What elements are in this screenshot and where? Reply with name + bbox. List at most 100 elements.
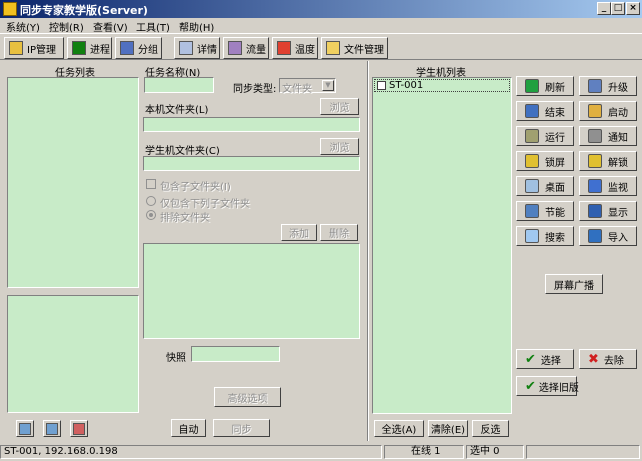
lock-screen-button[interactable]: 锁屏 [516, 151, 574, 171]
include-subfolders-label: 包含子文件夹(I) [160, 182, 231, 193]
sync-type-label: 同步类型: [233, 84, 277, 95]
window-title: 同步专家教学版(Server) [20, 4, 148, 17]
student-browse-button[interactable]: 浏览 [320, 138, 359, 155]
ip-icon [9, 41, 23, 55]
select-old-button[interactable]: ✔ 选择旧版 [516, 376, 579, 396]
detail-icon [179, 41, 193, 55]
task-detail-list[interactable] [7, 295, 139, 413]
delete-task-icon [73, 422, 85, 435]
folder-icon [326, 41, 340, 55]
status-bar: ST-001, 192.168.0.198 在线 1 选中 0 [0, 443, 642, 461]
menu-help[interactable]: 帮助(H) [179, 19, 214, 34]
display-button[interactable]: 显示 [579, 201, 637, 221]
temperature-button[interactable]: 温度 [272, 37, 318, 59]
chevron-down-icon[interactable]: ▼ [322, 80, 334, 91]
speaker-icon [588, 129, 602, 143]
exclude-radio[interactable] [146, 210, 156, 220]
detail-button[interactable]: 详情 [174, 37, 220, 59]
local-folder-label: 本机文件夹(L) [145, 105, 209, 116]
menu-view[interactable]: 查看(V) [93, 19, 128, 34]
snapshot-label: 快照 [166, 353, 186, 364]
advanced-options-button[interactable]: 高级选项 [214, 387, 281, 407]
remove-button[interactable]: ✖ 去除 [579, 349, 637, 369]
cross-icon: ✖ [588, 351, 599, 367]
notify-button[interactable]: 通知 [579, 126, 637, 146]
import-icon [588, 229, 602, 243]
group-icon [120, 41, 134, 55]
task-list[interactable] [7, 77, 139, 288]
panel-separator [367, 61, 369, 441]
monitor-icon [588, 179, 602, 193]
student-name: ST-001 [389, 80, 424, 91]
traffic-button[interactable]: 流量 [223, 37, 269, 59]
folder-list[interactable] [143, 243, 360, 339]
import-button[interactable]: 导入 [579, 226, 637, 246]
file-manage-button[interactable]: 文件管理 [321, 37, 388, 59]
status-extra [526, 445, 640, 459]
status-host: ST-001, 192.168.0.198 [0, 445, 382, 459]
include-subfolders-checkbox[interactable] [146, 179, 156, 189]
upgrade-button[interactable]: 升级 [579, 76, 637, 96]
clear-button[interactable]: 清除(E) [428, 420, 468, 437]
add-task-icon [19, 422, 31, 435]
end-icon [525, 104, 539, 118]
student-list-item[interactable]: ST-001 [374, 79, 510, 92]
maximize-button[interactable]: □ [611, 2, 625, 15]
student-folder-label: 学生机文件夹(C) [145, 146, 220, 157]
select-button[interactable]: ✔ 选择 [516, 349, 574, 369]
close-button[interactable]: × [626, 2, 640, 15]
app-icon [3, 2, 17, 16]
sync-type-select[interactable]: 文件夹 ▼ [279, 78, 336, 95]
menu-control[interactable]: 控制(R) [49, 19, 84, 34]
desktop-icon [525, 179, 539, 193]
start-button[interactable]: 启动 [579, 101, 637, 121]
group-button[interactable]: 分组 [115, 37, 162, 59]
edit-task-button[interactable] [43, 420, 61, 437]
snapshot-input[interactable] [191, 346, 280, 362]
checkmark-icon: ✔ [525, 378, 536, 394]
search-button[interactable]: 搜索 [516, 226, 574, 246]
menu-bar: 系统(Y) 控制(R) 查看(V) 工具(T) 帮助(H) [0, 18, 642, 34]
end-button[interactable]: 结束 [516, 101, 574, 121]
ip-manage-button[interactable]: IP管理 [4, 37, 64, 59]
status-selected: 选中 0 [466, 445, 524, 459]
add-task-button[interactable] [16, 420, 34, 437]
unlock-button[interactable]: 解锁 [579, 151, 637, 171]
lock-icon [525, 154, 539, 168]
only-include-radio[interactable] [146, 196, 156, 206]
status-online: 在线 1 [384, 445, 464, 459]
unlock-icon [588, 154, 602, 168]
add-folder-button[interactable]: 添加 [281, 224, 317, 241]
menu-tools[interactable]: 工具(T) [136, 19, 170, 34]
desktop-button[interactable]: 桌面 [516, 176, 574, 196]
student-folder-input[interactable] [143, 156, 360, 171]
refresh-button[interactable]: 刷新 [516, 76, 574, 96]
delete-folder-button[interactable]: 删除 [320, 224, 358, 241]
invert-button[interactable]: 反选 [472, 420, 509, 437]
minimize-button[interactable]: _ [597, 2, 611, 15]
monitor-button[interactable]: 监视 [579, 176, 637, 196]
only-include-label: 仅包含下列子文件夹 [160, 199, 250, 210]
auto-button[interactable]: 自动 [171, 419, 206, 437]
sync-button[interactable]: 同步 [213, 419, 270, 437]
menu-system[interactable]: 系统(Y) [6, 19, 40, 34]
local-browse-button[interactable]: 浏览 [320, 98, 359, 115]
task-name-input[interactable] [144, 77, 214, 93]
screen-broadcast-button[interactable]: 屏幕广播 [545, 274, 603, 294]
process-icon [72, 41, 86, 55]
select-all-button[interactable]: 全选(A) [374, 420, 424, 437]
run-icon [525, 129, 539, 143]
refresh-icon [525, 79, 539, 93]
upgrade-icon [588, 79, 602, 93]
local-folder-input[interactable] [143, 117, 360, 132]
power-save-icon [525, 204, 539, 218]
student-checkbox[interactable] [377, 81, 386, 90]
power-save-button[interactable]: 节能 [516, 201, 574, 221]
student-list[interactable]: ST-001 [372, 77, 512, 414]
run-button[interactable]: 运行 [516, 126, 574, 146]
delete-task-button[interactable] [70, 420, 88, 437]
thermometer-icon [277, 41, 291, 55]
display-icon [588, 204, 602, 218]
process-button[interactable]: 进程 [67, 37, 112, 59]
exclude-label: 排除文件夹 [160, 213, 210, 224]
